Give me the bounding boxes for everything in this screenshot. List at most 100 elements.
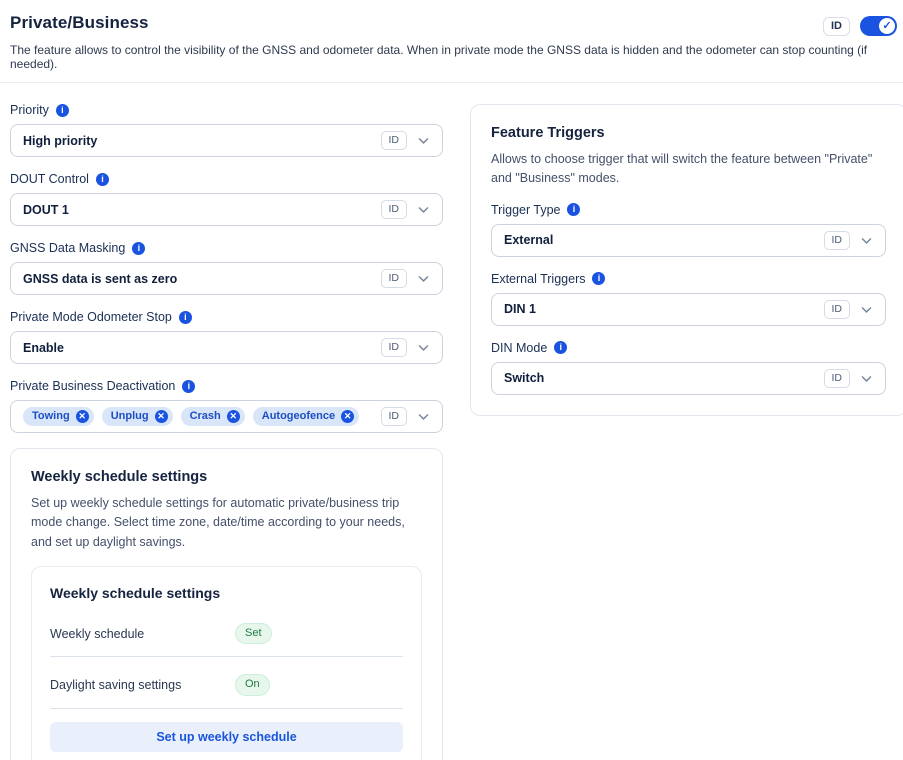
chevron-down-icon [417,203,430,216]
dout-control-select[interactable]: DOUT 1 ID [10,193,443,226]
chevron-down-icon [417,272,430,285]
odometer-stop-select[interactable]: Enable ID [10,331,443,364]
chip-label: Crash [190,410,221,423]
field-dout-control: DOUT Control i DOUT 1 ID [10,172,443,226]
weekly-card-title: Weekly schedule settings [31,469,422,485]
feature-triggers-description: Allows to choose trigger that will switc… [491,150,886,189]
close-icon[interactable]: ✕ [155,410,168,423]
field-label-row: DIN Mode i [491,341,886,355]
dout-control-label: DOUT Control [10,172,89,186]
gnss-masking-select[interactable]: GNSS data is sent as zero ID [10,262,443,295]
field-label-row: Private Mode Odometer Stop i [10,310,443,324]
page-header: Private/Business ID ✓ [0,0,903,36]
page-description: The feature allows to control the visibi… [0,36,903,71]
field-gnss-masking: GNSS Data Masking i GNSS data is sent as… [10,241,443,295]
close-icon[interactable]: ✕ [76,410,89,423]
weekly-summary-title: Weekly schedule settings [50,585,403,601]
chevron-down-icon [860,303,873,316]
chevron-down-icon [417,341,430,354]
external-triggers-select[interactable]: DIN 1 ID [491,293,886,326]
weekly-schedule-summary-card: Weekly schedule settings Weekly schedule… [31,566,422,760]
chevron-down-icon [860,234,873,247]
set-up-weekly-schedule-button[interactable]: Set up weekly schedule [50,722,403,752]
dout-control-id-badge[interactable]: ID [381,200,408,219]
close-icon[interactable]: ✕ [227,410,240,423]
private-business-toggle[interactable]: ✓ [860,16,897,36]
info-icon[interactable]: i [554,341,567,354]
weekly-schedule-row: Weekly schedule Set [50,617,403,657]
feature-triggers-title: Feature Triggers [491,125,886,141]
chip-label: Unplug [111,410,149,423]
chevron-down-icon [417,134,430,147]
info-icon[interactable]: i [56,104,69,117]
priority-value: High priority [23,134,381,148]
field-odometer-stop: Private Mode Odometer Stop i Enable ID [10,310,443,364]
left-column: Priority i High priority ID DOUT Cont [10,103,443,760]
din-mode-value: Switch [504,371,824,385]
field-label-row: External Triggers i [491,272,886,286]
deactivation-id-badge[interactable]: ID [381,407,408,426]
feature-id-badge[interactable]: ID [823,17,850,36]
field-label-row: Trigger Type i [491,203,886,217]
gnss-masking-id-badge[interactable]: ID [381,269,408,288]
feature-triggers-card: Feature Triggers Allows to choose trigge… [470,104,903,416]
chevron-down-icon [417,410,430,423]
check-icon: ✓ [879,18,895,34]
priority-id-badge[interactable]: ID [381,131,408,150]
chip-crash: Crash ✕ [181,407,245,426]
weekly-schedule-card: Weekly schedule settings Set up weekly s… [10,448,443,760]
trigger-type-value: External [504,233,824,247]
deactivation-label: Private Business Deactivation [10,379,175,393]
info-icon[interactable]: i [179,311,192,324]
field-label-row: GNSS Data Masking i [10,241,443,255]
field-label-row: DOUT Control i [10,172,443,186]
weekly-schedule-row-label: Weekly schedule [50,627,235,641]
chevron-down-icon [860,372,873,385]
gnss-masking-label: GNSS Data Masking [10,241,125,255]
chip-list: Towing ✕ Unplug ✕ Crash ✕ Autogeofence [23,407,381,426]
info-icon[interactable]: i [96,173,109,186]
info-icon[interactable]: i [132,242,145,255]
daylight-saving-row-label: Daylight saving settings [50,678,235,692]
chip-towing: Towing ✕ [23,407,94,426]
weekly-schedule-status-badge: Set [235,623,272,644]
din-mode-label: DIN Mode [491,341,547,355]
field-label-row: Private Business Deactivation i [10,379,443,393]
info-icon[interactable]: i [567,203,580,216]
info-icon[interactable]: i [592,272,605,285]
info-icon[interactable]: i [182,380,195,393]
dout-control-value: DOUT 1 [23,203,381,217]
field-trigger-type: Trigger Type i External ID [491,203,886,257]
field-external-triggers: External Triggers i DIN 1 ID [491,272,886,326]
trigger-type-select[interactable]: External ID [491,224,886,257]
private-business-settings-page: Private/Business ID ✓ The feature allows… [0,0,903,760]
content-columns: Priority i High priority ID DOUT Cont [0,83,903,760]
chip-label: Towing [32,410,70,423]
page-title: Private/Business [10,13,149,33]
odometer-stop-id-badge[interactable]: ID [381,338,408,357]
field-din-mode: DIN Mode i Switch ID [491,341,886,395]
din-mode-id-badge[interactable]: ID [824,369,851,388]
daylight-saving-status-badge: On [235,674,270,695]
field-priority: Priority i High priority ID [10,103,443,157]
daylight-saving-row: Daylight saving settings On [50,668,403,708]
din-mode-select[interactable]: Switch ID [491,362,886,395]
gnss-masking-value: GNSS data is sent as zero [23,272,381,286]
priority-label: Priority [10,103,49,117]
odometer-stop-label: Private Mode Odometer Stop [10,310,172,324]
chip-autogeofence: Autogeofence ✕ [253,407,359,426]
external-triggers-label: External Triggers [491,272,585,286]
weekly-card-description: Set up weekly schedule settings for auto… [31,494,422,552]
trigger-type-id-badge[interactable]: ID [824,231,851,250]
priority-select[interactable]: High priority ID [10,124,443,157]
external-triggers-id-badge[interactable]: ID [824,300,851,319]
close-icon[interactable]: ✕ [341,410,354,423]
trigger-type-label: Trigger Type [491,203,560,217]
chip-label: Autogeofence [262,410,335,423]
header-controls: ID ✓ [823,16,897,36]
deactivation-multiselect[interactable]: Towing ✕ Unplug ✕ Crash ✕ Autogeofence [10,400,443,433]
chip-unplug: Unplug ✕ [102,407,173,426]
odometer-stop-value: Enable [23,341,381,355]
field-deactivation: Private Business Deactivation i Towing ✕… [10,379,443,433]
external-triggers-value: DIN 1 [504,302,824,316]
